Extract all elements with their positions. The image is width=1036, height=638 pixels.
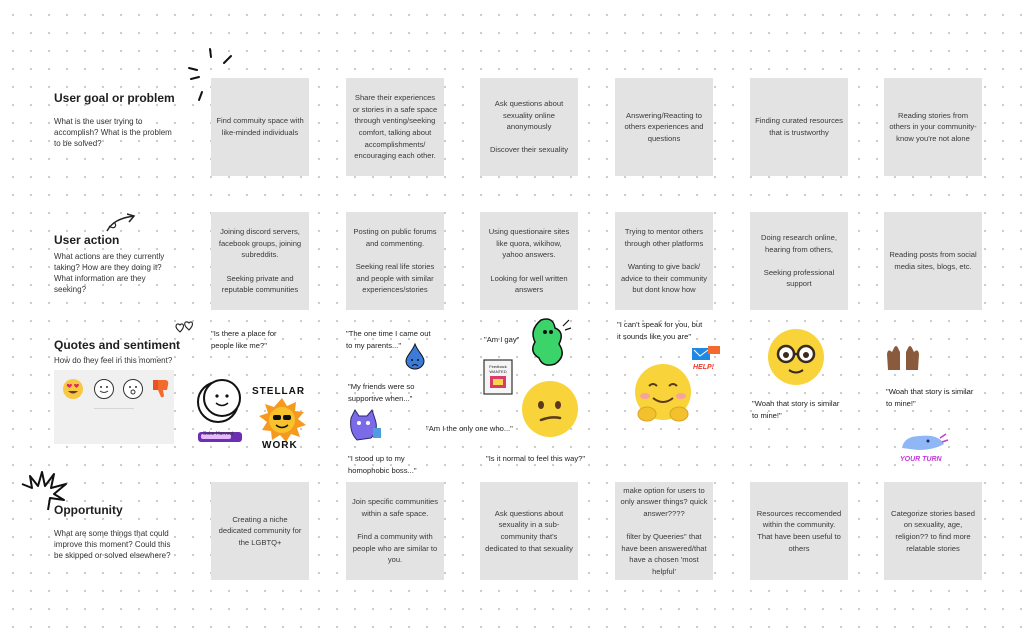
nerd-face-emoji-icon: [768, 329, 824, 385]
quote-text: "Am I gay": [484, 335, 520, 344]
sun-sunglasses-sticker-icon: [259, 398, 306, 442]
action-card: Trying to mentor others through other pl…: [615, 212, 713, 310]
sad-drop-icon: [405, 342, 425, 370]
green-blob-sticker-icon: [532, 318, 572, 366]
starburst-doodle-icon: [21, 471, 67, 511]
opportunity-card: make option for users to only answer thi…: [615, 482, 713, 580]
opportunity-card: Join specific communities within a safe …: [346, 482, 444, 580]
confused-face-emoji-icon: [522, 381, 578, 437]
thumbs-down-icon: [153, 380, 169, 398]
quote-text: "Is there a place for people like me?": [211, 329, 277, 350]
opportunity-card: Ask questions about sexuality in a sub-c…: [480, 482, 578, 580]
row-desc-opportunity: What are some things that could improve …: [54, 529, 171, 560]
goal-card: Answering/Reacting to others experiences…: [615, 78, 713, 176]
goal-card: Finding curated resources that is trustw…: [750, 78, 848, 176]
row-title-goal: User goal or problem: [54, 91, 175, 105]
emoji-rating-panel: [54, 370, 174, 444]
opportunity-card: Resources reccomended within the communi…: [750, 482, 848, 580]
goal-card: Share their experiences or stories in a …: [346, 78, 444, 176]
your-turn-sticker-icon: [902, 433, 949, 450]
quote-text: "Am I the only one who...": [426, 424, 513, 433]
quote-text: "I stood up to my homophobic boss...": [348, 454, 417, 475]
smile-outline-emoji-icon: [94, 379, 114, 399]
action-card: Posting on public forums and commenting.…: [346, 212, 444, 310]
sticker-label: YOUR TURN: [900, 456, 942, 463]
sticker-label: Feedback WANTED: [489, 364, 507, 374]
surprised-outline-emoji-icon: [123, 379, 143, 399]
sticker-label: HELP!: [693, 364, 714, 371]
feedback-wanted-sticker-icon: [483, 359, 513, 395]
goal-card: Find commuity space with like-minded ind…: [211, 78, 309, 176]
quote-text: "Woah that story is similar to mine!": [886, 387, 974, 408]
row-title-quotes: Quotes and sentiment: [54, 338, 181, 352]
heart-eyes-emoji-icon: [63, 379, 83, 399]
divider: [94, 408, 134, 409]
row-title-action: User action: [54, 233, 120, 247]
goal-card: Reading stories from others in your comm…: [884, 78, 982, 176]
quote-text: "I can't speak for you, but it sounds li…: [617, 320, 703, 341]
goal-card: Ask questions about sexuality online ano…: [480, 78, 578, 176]
opportunity-card: Categorize stories based on sexuality, a…: [884, 482, 982, 580]
action-card: Joining discord servers, facebook groups…: [211, 212, 309, 310]
action-card: Reading posts from social media sites, b…: [884, 212, 982, 310]
row-desc-action: What actions are they currently taking? …: [54, 252, 165, 294]
purple-cat-sticker-icon: [350, 408, 381, 441]
row-desc-goal: What is the user trying to accomplish? W…: [54, 117, 172, 148]
hearts-doodle-icon: [175, 321, 193, 333]
solar-harvest-sticker-icon: [197, 379, 242, 442]
arrow-doodle-icon: [106, 213, 136, 232]
hugging-face-emoji-icon: [635, 364, 691, 422]
opportunity-card: Creating a niche dedicated community for…: [211, 482, 309, 580]
row-desc-quotes: How do they feel in this moment?: [54, 356, 173, 365]
action-card: Doing research online, hearing from othe…: [750, 212, 848, 310]
sticker-label: WORK: [262, 440, 298, 451]
action-card: Using questionaire sites like quora, wik…: [480, 212, 578, 310]
sticker-label: Solar Harvest: [203, 431, 234, 437]
sticker-label: STELLAR: [252, 386, 306, 397]
raising-hands-emoji-icon: [887, 346, 919, 370]
quote-text: "My friends were so supportive when...": [348, 382, 415, 403]
quote-text: "Woah that story is similar to mine!": [752, 399, 840, 420]
quote-text: "Is it normal to feel this way?": [486, 454, 586, 463]
